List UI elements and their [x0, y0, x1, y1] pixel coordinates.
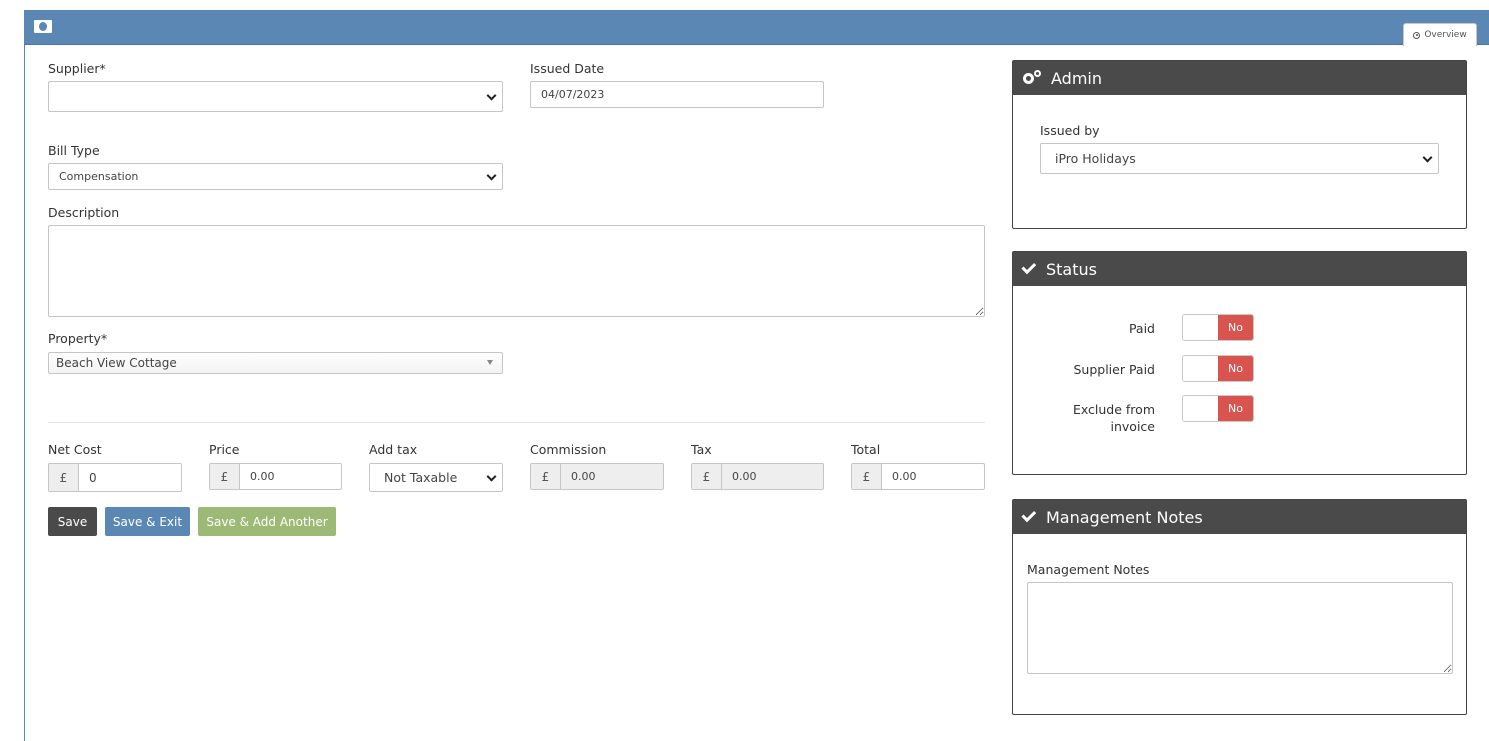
status-panel-header: Status [1013, 252, 1466, 286]
currency-addon: £ [49, 464, 79, 491]
net-cost-label: Net Cost [48, 442, 102, 457]
issued-by-label: Issued by [1040, 123, 1100, 138]
add-tax-label: Add tax [369, 442, 418, 457]
add-tax-value: Not Taxable [384, 470, 458, 485]
commission-label: Commission [530, 442, 607, 457]
toggle-knob [1183, 315, 1218, 340]
currency-addon: £ [531, 464, 561, 489]
supplier-paid-state: No [1218, 356, 1253, 381]
bill-type-label: Bill Type [48, 143, 100, 158]
net-cost-input[interactable]: £ 0 [48, 463, 182, 492]
caret-down-icon [487, 360, 493, 365]
bill-type-value: Compensation [59, 170, 139, 183]
commission-value: 0.00 [561, 464, 663, 489]
bill-type-select[interactable]: Compensation [48, 163, 503, 190]
save-add-another-button[interactable]: Save & Add Another [198, 507, 336, 536]
admin-panel: Admin Issued by iPro Holidays [1012, 60, 1467, 229]
issued-by-value: iPro Holidays [1055, 151, 1136, 166]
tab-overview-label: Overview [1424, 30, 1467, 40]
check-icon [1021, 259, 1037, 275]
save-exit-button[interactable]: Save & Exit [105, 507, 190, 536]
management-notes-label: Management Notes [1027, 562, 1150, 577]
total-label: Total [851, 442, 881, 457]
net-cost-value: 0 [89, 470, 97, 485]
chevron-down-icon [486, 471, 497, 482]
description-textarea[interactable] [48, 225, 985, 317]
paid-label: Paid [1128, 321, 1155, 336]
status-title: Status [1046, 259, 1097, 279]
supplier-paid-label: Supplier Paid [1073, 362, 1155, 377]
issued-date-value: 04/07/2023 [541, 88, 605, 101]
price-label: Price [209, 442, 240, 457]
toggle-knob [1183, 356, 1218, 381]
money-bill-icon [34, 20, 52, 33]
paid-state: No [1218, 315, 1253, 340]
property-select[interactable]: Beach View Cottage [48, 352, 503, 374]
gears-icon [1023, 70, 1041, 86]
tab-overview[interactable]: Overview [1403, 23, 1477, 46]
management-notes-title: Management Notes [1046, 507, 1203, 527]
chevron-down-icon [486, 90, 497, 101]
tax-value: 0.00 [722, 464, 823, 489]
supplier-select[interactable] [48, 81, 503, 112]
management-notes-panel: Management Notes Management Notes [1012, 499, 1467, 715]
total-value: 0.00 [892, 470, 917, 483]
chevron-down-icon [486, 170, 497, 181]
total-input[interactable]: £ 0.00 [851, 463, 985, 490]
supplier-label: Supplier* [48, 61, 106, 76]
description-label: Description [48, 205, 120, 220]
admin-title: Admin [1051, 68, 1102, 88]
issued-date-label: Issued Date [530, 61, 605, 76]
chevron-down-icon [1422, 152, 1433, 163]
tax-input: £ 0.00 [691, 463, 824, 490]
add-tax-select[interactable]: Not Taxable [369, 463, 503, 492]
toggle-knob [1183, 396, 1218, 421]
circle-dot-icon [1413, 31, 1421, 39]
exclude-from-invoice-state: No [1218, 396, 1253, 421]
status-panel: Status Paid No Supplier Paid No Exclude … [1012, 251, 1467, 475]
management-notes-header: Management Notes [1013, 500, 1466, 534]
tax-label: Tax [691, 442, 712, 457]
divider [48, 422, 985, 423]
supplier-paid-toggle[interactable]: No [1182, 355, 1254, 382]
property-value: Beach View Cottage [56, 356, 177, 370]
commission-input: £ 0.00 [530, 463, 664, 490]
price-value: 0.00 [250, 470, 275, 483]
currency-addon: £ [852, 464, 882, 489]
header-bar: Overview [24, 10, 1489, 46]
exclude-from-invoice-toggle[interactable]: No [1182, 395, 1254, 422]
issued-date-input[interactable]: 04/07/2023 [530, 81, 824, 108]
save-button[interactable]: Save [48, 507, 97, 536]
currency-addon: £ [210, 464, 240, 489]
exclude-from-invoice-label: Exclude from invoice [1072, 402, 1155, 434]
issued-by-select[interactable]: iPro Holidays [1040, 143, 1439, 174]
currency-addon: £ [692, 464, 722, 489]
check-icon [1021, 507, 1037, 523]
paid-toggle[interactable]: No [1182, 314, 1254, 341]
management-notes-textarea[interactable] [1027, 582, 1453, 674]
price-input[interactable]: £ 0.00 [209, 463, 342, 490]
property-label: Property* [48, 331, 108, 346]
admin-panel-header: Admin [1013, 61, 1466, 95]
